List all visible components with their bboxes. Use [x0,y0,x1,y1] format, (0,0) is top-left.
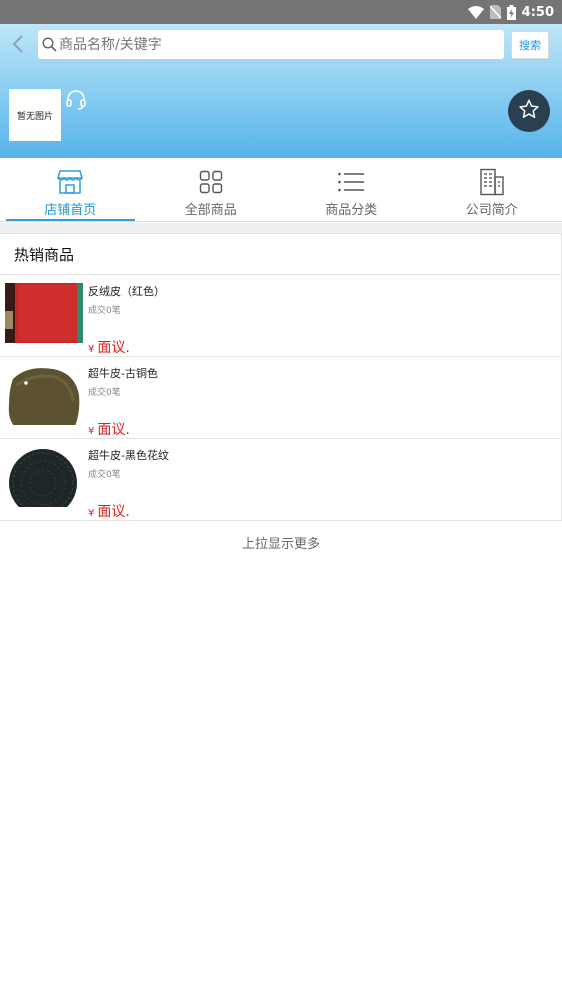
currency-symbol: ¥ [88,344,95,355]
tab-company-intro[interactable]: 公司简介 [422,158,562,221]
storefront-icon [56,168,84,196]
tab-all-products[interactable]: 全部商品 [141,158,282,221]
product-price: ¥ 面议. [88,419,130,439]
price-value: 面议. [97,340,130,356]
status-time: 4:50 [521,4,554,20]
tab-label: 全部商品 [184,203,237,218]
product-item[interactable]: 超牛皮-古铜色 成交0笔 ¥ 面议. [0,357,562,439]
currency-symbol: ¥ [88,508,95,519]
headset-icon [64,90,88,116]
building-icon [478,168,506,196]
no-sim-icon [489,5,501,19]
shop-logo: 暂无图片 [9,89,61,141]
product-list: 反绒皮（红色） 成交0笔 ¥ 面议. 超牛皮-古铜色 成交0笔 ¥ 面议. 超牛… [0,275,562,521]
shop-logo-text: 暂无图片 [16,111,53,122]
product-name: 超牛皮-古铜色 [88,367,158,380]
product-deals: 成交0笔 [88,470,121,480]
product-item[interactable]: 反绒皮（红色） 成交0笔 ¥ 面议. [0,275,562,357]
load-more-hint[interactable]: 上拉显示更多 [0,522,562,562]
tab-categories[interactable]: 商品分类 [281,158,422,221]
section-divider [0,223,562,233]
section-title: 热销商品 [14,245,75,264]
currency-symbol: ¥ [88,426,95,437]
status-bar: 4:50 [0,0,562,24]
list-icon [337,168,365,196]
star-icon [518,98,540,124]
tab-label: 公司简介 [465,203,518,218]
shop-header: 搜索 暂无图片 [0,24,562,158]
product-item[interactable]: 超牛皮-黑色花纹 成交0笔 ¥ 面议. [0,439,562,521]
chevron-left-icon [11,34,25,58]
wifi-icon [467,5,484,19]
price-value: 面议. [97,422,130,438]
product-price: ¥ 面议. [88,501,130,521]
search-icon [42,37,57,52]
price-value: 面议. [97,504,130,520]
product-image [5,365,83,425]
search-input[interactable] [59,31,489,58]
product-deals: 成交0笔 [88,388,121,398]
product-image [5,447,83,507]
tab-label: 店铺首页 [44,203,97,218]
product-deals: 成交0笔 [88,306,121,316]
shop-tabs: 店铺首页 全部商品 商品分类 公司简介 [0,158,562,222]
product-price: ¥ 面议. [88,337,130,357]
product-name: 超牛皮-黑色花纹 [88,449,169,462]
customer-service-button[interactable] [64,88,88,112]
product-name: 反绒皮（红色） [88,285,165,298]
search-bar[interactable] [38,30,504,59]
battery-charging-icon [506,4,516,20]
tab-label: 商品分类 [325,203,378,218]
favorite-button[interactable] [508,90,550,132]
back-button[interactable] [6,34,30,58]
search-button[interactable]: 搜索 [511,31,549,59]
grid-icon [197,168,225,196]
hot-products-header: 热销商品 [0,233,562,275]
product-image [5,283,83,343]
tab-shop-home[interactable]: 店铺首页 [0,158,141,221]
status-icons: 4:50 [467,0,554,24]
